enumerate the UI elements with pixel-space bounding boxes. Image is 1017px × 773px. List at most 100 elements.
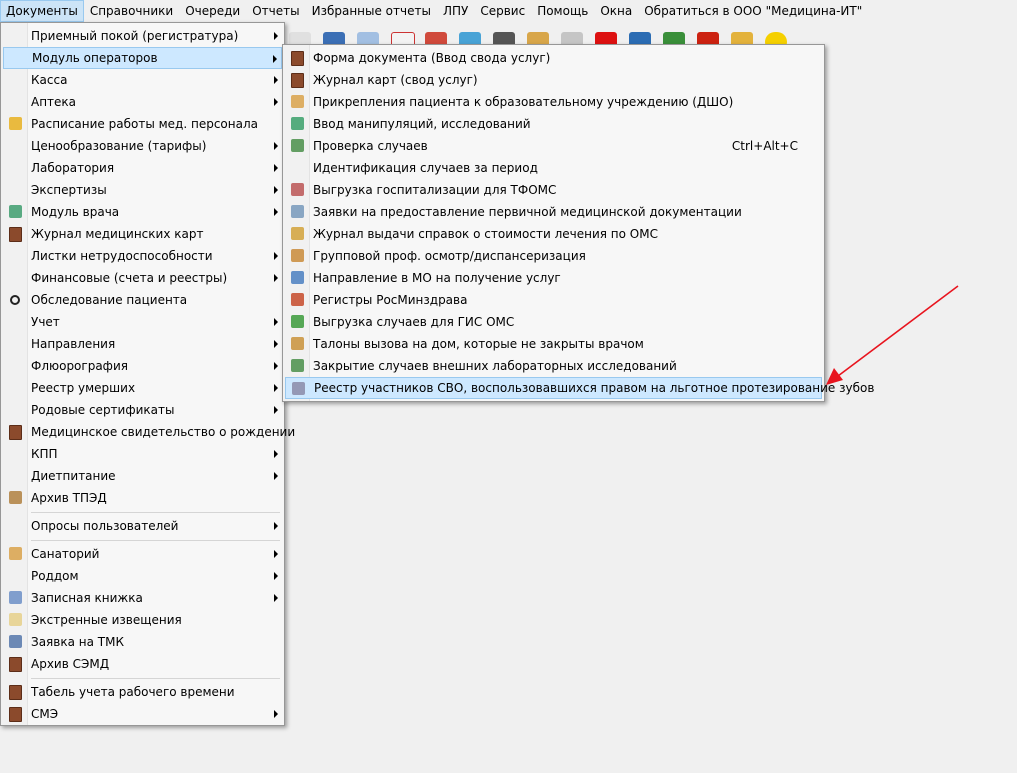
submenu-item[interactable]: Заявки на предоставление первичной медиц…	[285, 201, 822, 223]
submenu-item[interactable]: Идентификация случаев за период	[285, 157, 822, 179]
submenu-item[interactable]: Групповой проф. осмотр/диспансеризация	[285, 245, 822, 267]
magnifier-icon	[10, 295, 20, 305]
menubar-item[interactable]: Обратиться в ООО "Медицина-ИТ"	[638, 0, 868, 22]
menu-item-label: Финансовые (счета и реестры)	[31, 271, 228, 285]
submenu-item[interactable]: Направление в МО на получение услуг	[285, 267, 822, 289]
menu-item[interactable]: Флюорография	[3, 355, 282, 377]
menu-item-label: Закрытие случаев внешних лабораторных ис…	[313, 359, 677, 373]
submenu-item[interactable]: Проверка случаев Ctrl+Alt+C	[285, 135, 822, 157]
menu-item[interactable]: Архив СЭМД	[3, 653, 282, 675]
menu-item-label: Касса	[31, 73, 68, 87]
menu-item[interactable]: Записная книжка	[3, 587, 282, 609]
menu-item-label: Медицинское свидетельство о рождении	[31, 425, 296, 439]
menu-item[interactable]: Диетпитание	[3, 465, 282, 487]
book-icon	[9, 707, 22, 722]
book-icon	[9, 425, 22, 440]
submenu-item[interactable]: Регистры РосМинздрава	[285, 289, 822, 311]
menu-item[interactable]: Табель учета рабочего времени	[3, 681, 282, 703]
menu-item-label: Роддом	[31, 569, 79, 583]
menu-item-label: Реестр умерших	[31, 381, 136, 395]
hospital-icon	[291, 271, 304, 284]
menubar-item[interactable]: Очереди	[179, 0, 246, 22]
menu-item[interactable]: Приемный покой (регистратура)	[3, 25, 282, 47]
menu-item-label: Опросы пользователей	[31, 519, 179, 533]
menu-item[interactable]: Касса	[3, 69, 282, 91]
submenu-item[interactable]: Талоны вызова на дом, которые не закрыты…	[285, 333, 822, 355]
submenu-item[interactable]: Прикрепления пациента к образовательному…	[285, 91, 822, 113]
menu-item[interactable]: Экстренные извещения	[3, 609, 282, 631]
menu-item-label: Аптека	[31, 95, 77, 109]
menu-item-label: Диетпитание	[31, 469, 116, 483]
archive-icon	[9, 491, 22, 504]
menu-item-label: Санаторий	[31, 547, 100, 561]
menu-item[interactable]: Реестр умерших	[3, 377, 282, 399]
menubar-item[interactable]: Избранные отчеты	[306, 0, 437, 22]
menubar-item[interactable]: Помощь	[531, 0, 594, 22]
menu-item[interactable]: Финансовые (счета и реестры)	[3, 267, 282, 289]
menu-item[interactable]: Модуль врача	[3, 201, 282, 223]
menu-item[interactable]: Медицинское свидетельство о рождении	[3, 421, 295, 443]
menu-item[interactable]: Опросы пользователей	[3, 515, 282, 537]
group-icon	[291, 249, 304, 262]
documents-menu: Приемный покой (регистратура) Модуль опер…	[0, 22, 295, 726]
menu-item[interactable]: Учет	[3, 311, 282, 333]
menu-item[interactable]: Заявка на ТМК	[3, 631, 282, 653]
submenu-item[interactable]: Ввод манипуляций, исследований	[285, 113, 822, 135]
menu-item-label: Регистры РосМинздрава	[313, 293, 468, 307]
menu-item-label: Форма документа (Ввод свода услуг)	[313, 51, 551, 65]
menu-item[interactable]: Архив ТПЭД	[3, 487, 282, 509]
menu-item[interactable]: Экспертизы	[3, 179, 282, 201]
menu-item[interactable]: Обследование пациента	[3, 289, 282, 311]
menu-item[interactable]: Санаторий	[3, 543, 282, 565]
menu-item-label: Ценообразование (тарифы)	[31, 139, 207, 153]
menu-item[interactable]: Аптека	[3, 91, 282, 113]
menu-item-label: Табель учета рабочего времени	[31, 685, 235, 699]
menu-item[interactable]: СМЭ	[3, 703, 282, 725]
menu-item-label: Журнал медицинских карт	[31, 227, 204, 241]
submenu-item[interactable]: Журнал выдачи справок о стоимости лечени…	[285, 223, 822, 245]
menu-item-label: Журнал выдачи справок о стоимости лечени…	[313, 227, 658, 241]
menu-item-label: Записная книжка	[31, 591, 143, 605]
menubar-item[interactable]: Документы	[0, 0, 84, 22]
menu-item-label: Выгрузка случаев для ГИС ОМС	[313, 315, 515, 329]
house-icon	[9, 547, 22, 560]
menubar-item[interactable]: Сервис	[474, 0, 531, 22]
menu-item-shortcut: Ctrl+Alt+C	[731, 139, 798, 153]
book-icon	[291, 51, 304, 66]
submenu-item[interactable]: Выгрузка госпитализации для ТФОМС	[285, 179, 822, 201]
operators-submenu: Форма документа (Ввод свода услуг) Журнал…	[282, 44, 874, 402]
book-icon	[9, 227, 22, 242]
menu-item[interactable]: Модуль операторов	[3, 47, 282, 69]
menu-item[interactable]: Родовые сертификаты	[3, 399, 282, 421]
submenu-item[interactable]: Форма документа (Ввод свода услуг)	[285, 47, 822, 69]
user-list-icon	[292, 382, 305, 395]
submenu-item[interactable]: Журнал карт (свод услуг)	[285, 69, 822, 91]
menu-item[interactable]: Роддом	[3, 565, 282, 587]
house-icon	[291, 95, 304, 108]
menu-item[interactable]: Лаборатория	[3, 157, 282, 179]
menu-item-label: Журнал карт (свод услуг)	[313, 73, 478, 87]
menu-item[interactable]: КПП	[3, 443, 282, 465]
menu-separator	[31, 540, 280, 541]
checklist-icon	[291, 359, 304, 372]
book-icon	[9, 685, 22, 700]
menu-item[interactable]: Листки нетрудоспособности	[3, 245, 282, 267]
menu-item[interactable]: Ценообразование (тарифы)	[3, 135, 282, 157]
menu-item[interactable]: Журнал медицинских карт	[3, 223, 282, 245]
flask-icon	[291, 117, 304, 130]
submenu-item[interactable]: Выгрузка случаев для ГИС ОМС	[285, 311, 822, 333]
menu-item-label: Учет	[31, 315, 60, 329]
menubar-item[interactable]: Отчеты	[246, 0, 305, 22]
menu-item[interactable]: Расписание работы мед. персонала	[3, 113, 282, 135]
submenu-item[interactable]: Закрытие случаев внешних лабораторных ис…	[285, 355, 822, 377]
menubar-item[interactable]: Окна	[594, 0, 638, 22]
menu-item-label: Расписание работы мед. персонала	[31, 117, 258, 131]
menu-item-label: Проверка случаев	[313, 139, 428, 153]
menubar-item[interactable]: ЛПУ	[437, 0, 474, 22]
schedule-icon	[9, 117, 22, 130]
submenu-item[interactable]: Реестр участников СВО, воспользовавшихся…	[285, 377, 874, 399]
menu-item-label: Выгрузка госпитализации для ТФОМС	[313, 183, 557, 197]
menubar-item[interactable]: Справочники	[84, 0, 179, 22]
menu-item[interactable]: Направления	[3, 333, 282, 355]
menu-item-label: Лаборатория	[31, 161, 115, 175]
